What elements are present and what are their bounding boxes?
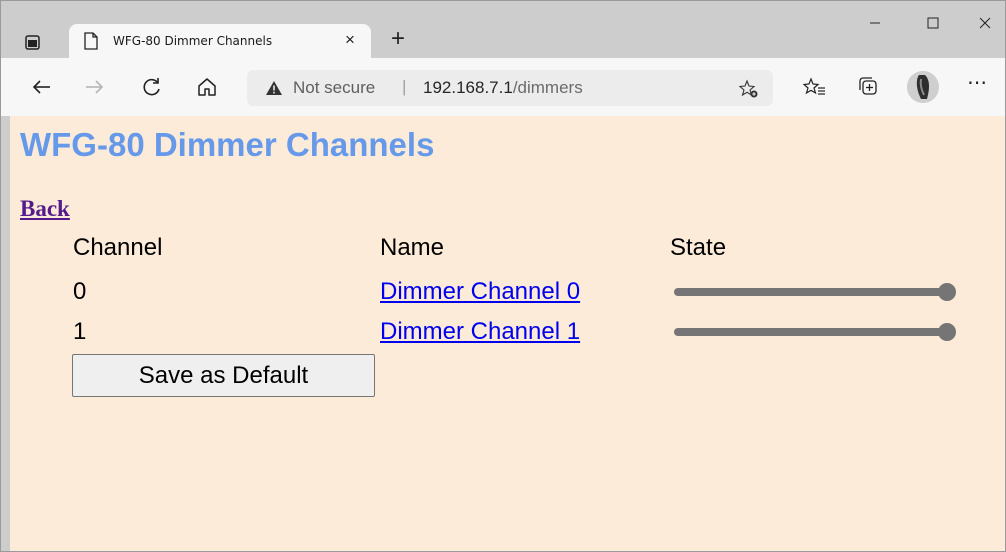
header-state: State	[670, 234, 727, 261]
row-0-name-link[interactable]: Dimmer Channel 0	[380, 278, 580, 306]
favorites-icon[interactable]	[802, 75, 827, 99]
page-icon	[83, 32, 99, 50]
maximize-icon[interactable]	[919, 9, 947, 37]
close-window-icon[interactable]	[971, 9, 999, 37]
refresh-icon[interactable]	[139, 74, 165, 100]
url-host: 192.168.7.1	[423, 78, 513, 97]
security-label[interactable]: Not secure	[293, 78, 375, 98]
slider-thumb[interactable]	[938, 323, 956, 341]
back-link[interactable]: Back	[20, 196, 70, 222]
address-bar[interactable]: Not secure | 192.168.7.1/dimmers	[247, 70, 773, 106]
browser-window: WFG-80 Dimmer Channels × + Not secure | …	[0, 0, 1006, 552]
tab-actions-icon[interactable]	[23, 33, 43, 53]
collections-icon[interactable]	[857, 75, 881, 99]
save-as-default-button[interactable]: Save as Default	[72, 354, 375, 397]
row-1-name-link[interactable]: Dimmer Channel 1	[380, 318, 580, 346]
header-channel: Channel	[73, 234, 163, 261]
tab-bar: WFG-80 Dimmer Channels × +	[1, 1, 1005, 58]
address-separator: |	[402, 77, 407, 96]
slider-track	[674, 328, 946, 336]
row-1-channel: 1	[73, 318, 87, 345]
tab-close-icon[interactable]: ×	[341, 31, 359, 49]
profile-avatar[interactable]	[907, 71, 939, 103]
row-0-channel: 0	[73, 278, 87, 305]
url-path: /dimmers	[512, 78, 583, 97]
row-1-state-slider[interactable]	[674, 322, 960, 342]
page-content: WFG-80 Dimmer Channels Back Channel Name…	[10, 116, 1005, 551]
address-url[interactable]: 192.168.7.1/dimmers	[423, 78, 583, 98]
forward-arrow-icon[interactable]	[81, 74, 107, 100]
slider-thumb[interactable]	[938, 283, 956, 301]
minimize-icon[interactable]	[861, 9, 889, 37]
row-0-state-slider[interactable]	[674, 282, 960, 302]
header-name: Name	[380, 234, 445, 261]
tab-title: WFG-80 Dimmer Channels	[113, 34, 273, 48]
new-tab-icon[interactable]: +	[387, 27, 409, 51]
more-options-icon[interactable]: ⋯	[967, 70, 988, 95]
slider-track	[674, 288, 946, 296]
add-favorite-icon[interactable]	[738, 79, 759, 99]
warning-icon	[265, 80, 283, 96]
tab-active[interactable]: WFG-80 Dimmer Channels ×	[69, 24, 371, 58]
home-icon[interactable]	[194, 74, 220, 100]
page-title: WFG-80 Dimmer Channels	[20, 126, 435, 163]
browser-toolbar: Not secure | 192.168.7.1/dimmers ⋯	[1, 58, 1005, 116]
back-arrow-icon[interactable]	[29, 74, 55, 100]
